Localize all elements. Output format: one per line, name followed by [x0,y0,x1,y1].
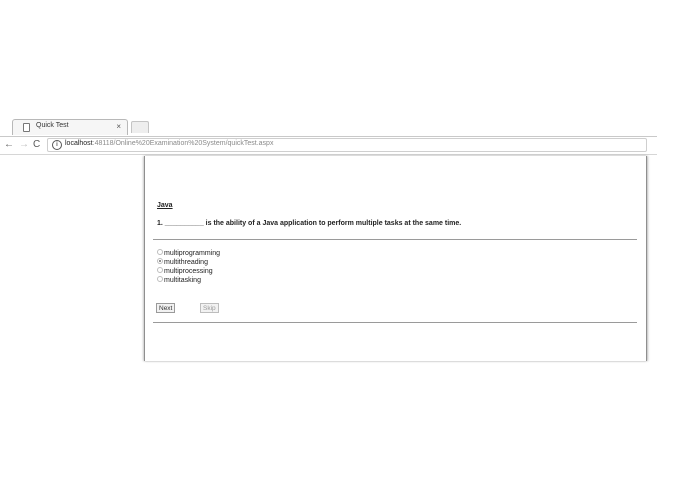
tab-title: Quick Test [36,122,69,129]
option-multithreading[interactable]: multithreading [157,258,220,267]
back-arrow-icon[interactable]: ← [4,139,14,151]
option-label: multiprogramming [164,250,221,257]
option-label: multiprocessing [164,268,213,275]
option-multiprocessing[interactable]: multiprocessing [157,267,220,276]
radio-button[interactable] [157,276,163,282]
question-text: 1. __________ is the ability of a Java a… [157,220,462,227]
screenshot-canvas: Quick Test × ← → C i localhost:48118/Onl… [0,0,695,494]
option-multiprogramming[interactable]: multiprogramming [157,249,220,258]
browser-tab[interactable]: Quick Test × [12,119,128,135]
divider [153,239,637,240]
subject-title: Java [157,202,173,209]
close-tab-icon[interactable]: × [116,121,121,133]
address-bar[interactable]: i localhost:48118/Online%20Examination%2… [47,138,647,152]
next-button[interactable]: Next [156,303,176,313]
answer-options: multiprogramming multithreading multipro… [157,249,220,285]
radio-button[interactable] [157,267,163,273]
divider [153,322,637,323]
option-label: multitasking [164,277,201,284]
quiz-panel: Java 1. __________ is the ability of a J… [144,156,647,361]
document-icon [23,123,30,132]
forward-arrow-icon[interactable]: → [19,139,29,151]
new-tab-button[interactable] [131,121,149,133]
url-path: :48118/Online%20Examination%20System/qui… [92,140,274,147]
option-label: multithreading [164,259,208,266]
radio-button-selected[interactable] [157,258,163,264]
radio-button[interactable] [157,249,163,255]
reload-icon[interactable]: C [33,139,40,151]
info-icon[interactable]: i [52,140,62,150]
url-host: localhost [65,140,93,147]
url-text: localhost:48118/Online%20Examination%20S… [65,140,273,147]
browser-toolbar: ← → C i localhost:48118/Online%20Examina… [0,137,657,155]
browser-tab-strip: Quick Test × [0,116,657,137]
skip-button[interactable]: Skip [200,303,219,313]
option-multitasking[interactable]: multitasking [157,276,220,285]
